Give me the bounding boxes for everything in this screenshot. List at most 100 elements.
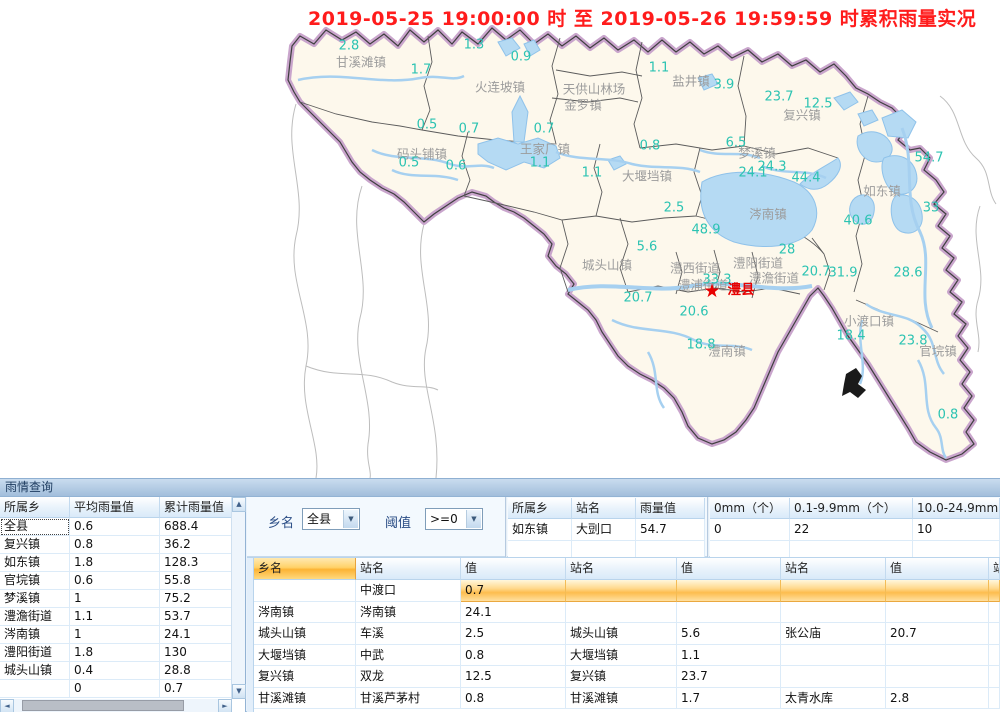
table-cell [677,580,781,602]
table-cell [566,580,677,602]
table-row[interactable]: 澧阳街道1.8130 [0,644,232,662]
table-row[interactable]: 复兴镇0.836.2 [0,536,232,554]
map-rain-value: 0.7 [534,122,555,137]
chevron-down-icon[interactable]: ▼ [466,510,481,528]
table-cell: 澧澹街道 [0,608,70,626]
county-map-svg[interactable] [0,0,1000,478]
scroll-down-icon[interactable]: ▼ [232,684,246,699]
scroll-up-icon[interactable]: ▲ [232,497,246,512]
table-row[interactable]: 00.7 [0,680,232,698]
table-cell: 24.1 [461,602,566,624]
threshold-select[interactable]: >=0 ▼ [425,508,483,530]
threshold-label: 阈值 [385,512,411,531]
left-table-vscroll[interactable]: ▲ ▼ [231,497,245,699]
map-title: 2019-05-25 19:00:00 时 至 2019-05-26 19:59… [308,4,976,31]
column-header[interactable]: 0.1-9.9mm（个） [790,498,913,519]
table-cell: 1.1 [677,645,781,667]
map-rain-value: 12.5 [804,97,833,112]
map-town-label: 城头山镇 [582,255,632,274]
table-cell: 54.7 [636,519,705,541]
app-window: 2019-05-25 19:00:00 时 至 2019-05-26 19:59… [0,0,1000,712]
table-row[interactable]: 中渡口0.7 [254,580,1000,602]
table-row[interactable]: 涔南镇124.1 [0,626,232,644]
table-row[interactable]: 梦溪镇175.2 [0,590,232,608]
table-cell: 涔南镇 [0,626,70,644]
left-table-hscroll[interactable]: ◄ ► [0,699,232,712]
town-select-value: 全县 [303,509,343,529]
town-select[interactable]: 全县 ▼ [302,508,360,530]
table-row[interactable]: 城头山镇0.428.8 [0,662,232,680]
county-outline [288,28,974,460]
column-header[interactable]: 站 [989,558,1000,580]
table-cell: 大堰垱镇 [566,645,677,667]
table-cell: 梦溪镇 [0,590,70,608]
table-cell: 2.5 [461,623,566,645]
table-cell: 如东镇 [0,554,70,572]
stats-table: 0mm（个）0.1-9.9mm（个）10.0-24.9mm（02210 [710,498,1000,557]
column-header[interactable]: 站名 [572,498,636,519]
table-row[interactable]: 如东镇1.8128.3 [0,554,232,572]
main-table-zone: 乡名站名值站名值站名值站中渡口0.7涔南镇涔南镇24.1城头山镇车溪2.5城头山… [247,557,1000,712]
table-row[interactable]: 涔南镇涔南镇24.1 [254,602,1000,624]
panel-title: 雨情查询 [5,480,53,494]
map-panel[interactable]: 2019-05-25 19:00:00 时 至 2019-05-26 19:59… [0,0,1000,478]
column-header[interactable]: 站名 [781,558,886,580]
map-town-label: 金罗镇 [564,95,602,114]
threshold-select-value: >=0 [426,509,466,529]
table-row[interactable]: 02210 [710,519,1000,541]
map-town-label: 澧澹街道 [749,268,799,287]
map-rain-value: 33 [923,201,940,216]
map-town-label: 如东镇 [863,181,901,200]
table-cell [781,580,886,602]
map-rain-value: 6.5 [726,136,747,151]
table-row[interactable]: 澧澹街道1.153.7 [0,608,232,626]
scroll-right-icon[interactable]: ► [218,699,232,712]
column-header[interactable]: 值 [677,558,781,580]
table-cell: 24.1 [160,626,232,644]
table-cell [989,666,1000,688]
chevron-down-icon[interactable]: ▼ [343,510,358,528]
column-header[interactable]: 雨量值 [636,498,705,519]
table-cell: 全县 [0,518,70,536]
column-header[interactable]: 站名 [566,558,677,580]
table-row[interactable] [508,541,705,557]
hscroll-thumb[interactable] [22,700,184,711]
table-row[interactable]: 复兴镇双龙12.5复兴镇23.7 [254,666,1000,688]
column-header[interactable]: 所属乡 [0,497,70,518]
table-row[interactable]: 官垸镇0.655.8 [0,572,232,590]
table-cell: 20.7 [886,623,989,645]
table-cell: 甘溪滩镇 [254,688,356,710]
column-header[interactable]: 站名 [356,558,461,580]
table-row[interactable]: 甘溪滩镇甘溪芦茅村0.8甘溪滩镇1.7太青水库2.8 [254,688,1000,710]
column-header[interactable]: 值 [886,558,989,580]
table-cell: 涔南镇 [356,602,461,624]
table-cell: 1.1 [70,608,160,626]
column-header[interactable]: 所属乡 [508,498,572,519]
column-header[interactable]: 10.0-24.9mm（ [913,498,1000,519]
table-cell: 大剅口 [572,519,636,541]
map-rain-value: 28.6 [894,266,923,281]
hscroll-track[interactable] [14,699,218,712]
table-row[interactable]: 大堰垱镇中武0.8大堰垱镇1.1 [254,645,1000,667]
scroll-left-icon[interactable]: ◄ [0,699,14,712]
table-row[interactable] [710,541,1000,557]
table-cell [989,580,1000,602]
map-rain-value: 2.5 [664,201,685,216]
map-rain-value: 18.8 [687,338,716,353]
map-rain-value: 1.1 [649,61,670,76]
table-row[interactable]: 全县0.6688.4 [0,518,232,536]
table-cell [677,602,781,624]
table-cell: 5.6 [677,623,781,645]
column-header[interactable]: 累计雨量值 [160,497,232,518]
table-cell [254,580,356,602]
column-header[interactable]: 0mm（个） [710,498,790,519]
table-row[interactable]: 如东镇大剅口54.7 [508,519,705,541]
table-row[interactable]: 城头山镇车溪2.5城头山镇5.6张公庙20.7 [254,623,1000,645]
column-header[interactable]: 平均雨量值 [70,497,160,518]
column-header[interactable]: 乡名 [254,558,356,580]
column-header[interactable]: 值 [461,558,566,580]
table-cell: 688.4 [160,518,232,536]
map-rain-value: 1.1 [530,156,551,171]
table-cell: 0 [710,519,790,541]
table-header-row: 所属乡站名雨量值 [508,498,705,519]
